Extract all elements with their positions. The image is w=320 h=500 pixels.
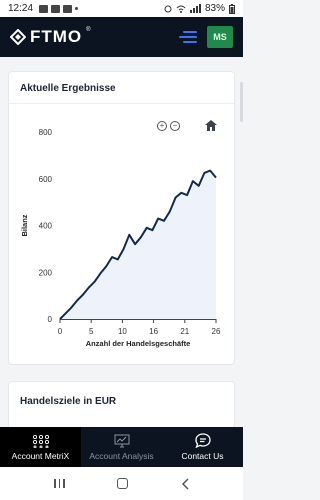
battery-icon [229,3,235,14]
status-right: 83% [164,3,235,14]
avatar[interactable]: MS [207,26,233,48]
divider [9,103,234,104]
notification-icon [39,4,49,13]
y-tick-label: 200 [39,268,53,277]
chart-monitor-icon [114,434,129,447]
goals-card: Handelsziele in EUR [9,382,234,432]
menu-icon[interactable] [179,31,197,43]
x-tick-label: 0 [58,327,63,336]
nav-account-metrix[interactable]: Account MetriX [0,427,81,467]
y-tick-label: 600 [39,175,53,184]
ftmo-mark-icon [10,29,26,45]
x-tick-label: 5 [89,327,94,336]
y-tick-label: 0 [48,315,53,324]
scroll-indicator[interactable] [240,82,243,122]
alarm-icon [164,5,172,12]
bottom-nav: Account MetriX Account Analysis Contact … [0,427,243,467]
system-nav-bar [0,467,243,500]
status-bar: 12:24 83% [0,0,243,17]
wifi-icon [176,5,186,13]
y-tick-label: 400 [39,222,53,231]
recent-apps-icon[interactable] [54,479,65,488]
nav-account-analysis[interactable]: Account Analysis [81,427,162,467]
series-area [60,170,216,319]
x-tick-label: 10 [118,327,127,336]
battery-text: 83% [204,3,225,14]
home-icon[interactable] [117,478,129,489]
goals-card-title: Handelsziele in EUR [20,396,117,407]
dots-grid-icon [32,434,49,448]
x-tick-label: 26 [212,327,221,336]
more-dot-icon [75,7,79,10]
x-axis-label: Anzahl der Handelsgeschäfte [86,339,191,348]
back-icon[interactable] [181,477,189,490]
y-tick-label: 800 [39,128,53,137]
x-tick-label: 21 [180,327,189,336]
signal-icon [189,4,201,13]
brand-registered-mark: ® [86,27,91,33]
x-tick-label: 16 [149,327,158,336]
notification-icons [39,4,79,13]
notification-icon [51,4,61,13]
nav-label: Account MetriX [11,450,70,461]
brand-name: FTMO [30,27,83,46]
app-header: FTMO ® MS [0,17,243,57]
ftmo-logo[interactable]: FTMO ® [10,27,91,47]
nav-label: Account Analysis [89,450,154,461]
results-card: Aktuelle Ergebnisse + − 0 200 400 600 800 0 5 1… [9,72,234,364]
nav-label: Contact Us [181,451,224,461]
balance-chart: 0 200 400 600 800 0 5 10 16 21 26 Anzahl der Handel… [20,128,221,348]
nav-contact-us[interactable]: Contact Us [162,427,243,467]
y-axis-label: Bilanz [20,214,29,236]
status-time: 12:24 [8,3,34,14]
chat-bubble-icon [194,433,211,448]
notification-icon [63,4,73,13]
results-card-title: Aktuelle Ergebnisse [20,83,116,94]
